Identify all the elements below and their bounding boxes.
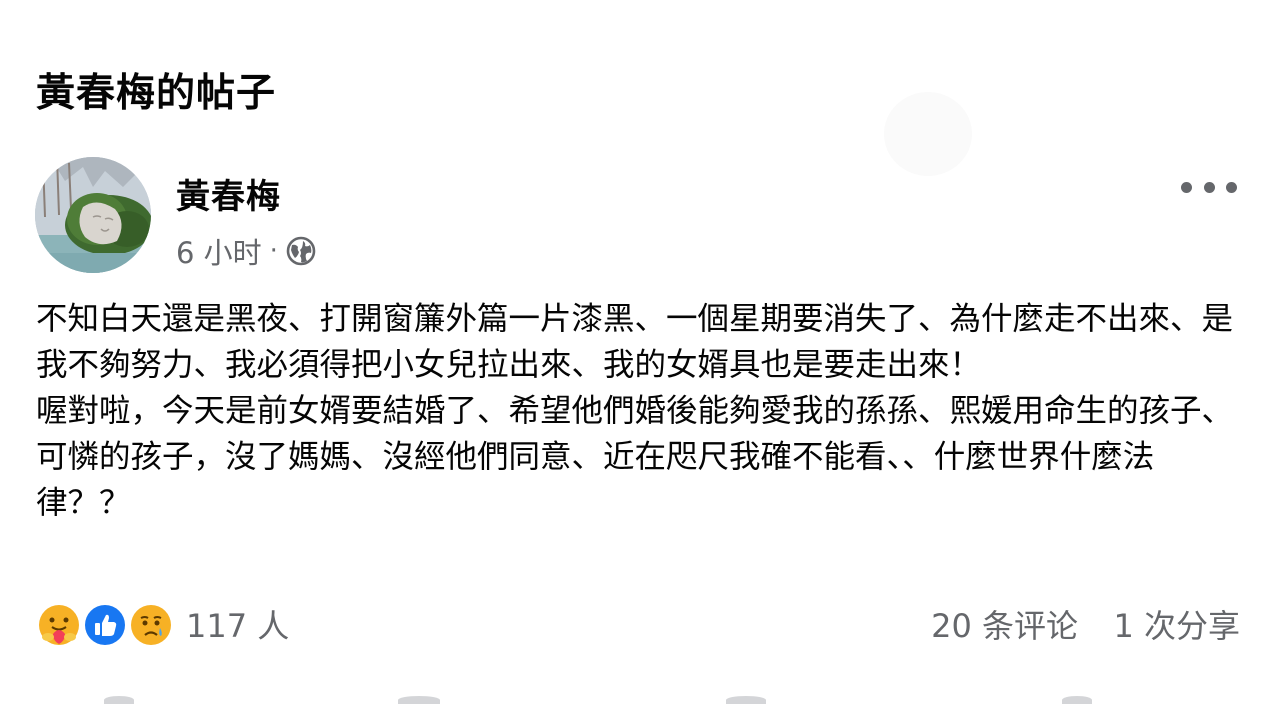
reaction-icons[interactable] [36,602,176,650]
shares-count[interactable]: 1 次分享 [1113,600,1240,652]
comments-count[interactable]: 20 条评论 [931,600,1078,652]
like-reaction-icon [82,602,128,648]
send-action-icon[interactable] [726,696,766,704]
post-time[interactable]: 6 小时 [176,230,262,272]
post-meta: 6 小时 · [176,229,316,273]
avatar-photo-icon [35,157,151,273]
post-paragraph-2: 喔對啦，今天是前女婿要結婚了、希望他們婚後能夠愛我的孫孫、熙媛用命生的孩子、可憐… [36,393,1234,521]
action-bar-edge [0,690,1280,704]
page-title: 黃春梅的帖子 [36,71,277,116]
care-reaction-icon [36,602,82,648]
post-body: 不知白天還是黑夜、打開窗簾外篇一片漆黑、一個星期要消失了、為什麼走不出來、是我不… [36,296,1246,526]
meta-separator: · [269,236,278,266]
comment-action-icon[interactable] [398,696,440,704]
post-paragraph-1: 不知白天還是黑夜、打開窗簾外篇一片漆黑、一個星期要消失了、為什麼走不出來、是我不… [36,301,1234,383]
reactions-bar: 117 人 20 条评论 1 次分享 [36,600,1246,652]
sad-reaction-icon [128,602,174,648]
more-dot [1226,181,1237,193]
share-action-icon[interactable] [1062,696,1092,704]
more-dots-icon [1181,181,1192,193]
post-header: 黃春梅 6 小时 · [35,157,1245,277]
reaction-count[interactable]: 117 人 [186,600,289,652]
author-name[interactable]: 黃春梅 [176,173,281,221]
avatar[interactable] [35,157,151,273]
globe-icon[interactable] [286,236,316,266]
more-dot [1203,181,1215,193]
more-options-button[interactable] [1181,171,1237,203]
like-action-icon[interactable] [104,696,134,704]
